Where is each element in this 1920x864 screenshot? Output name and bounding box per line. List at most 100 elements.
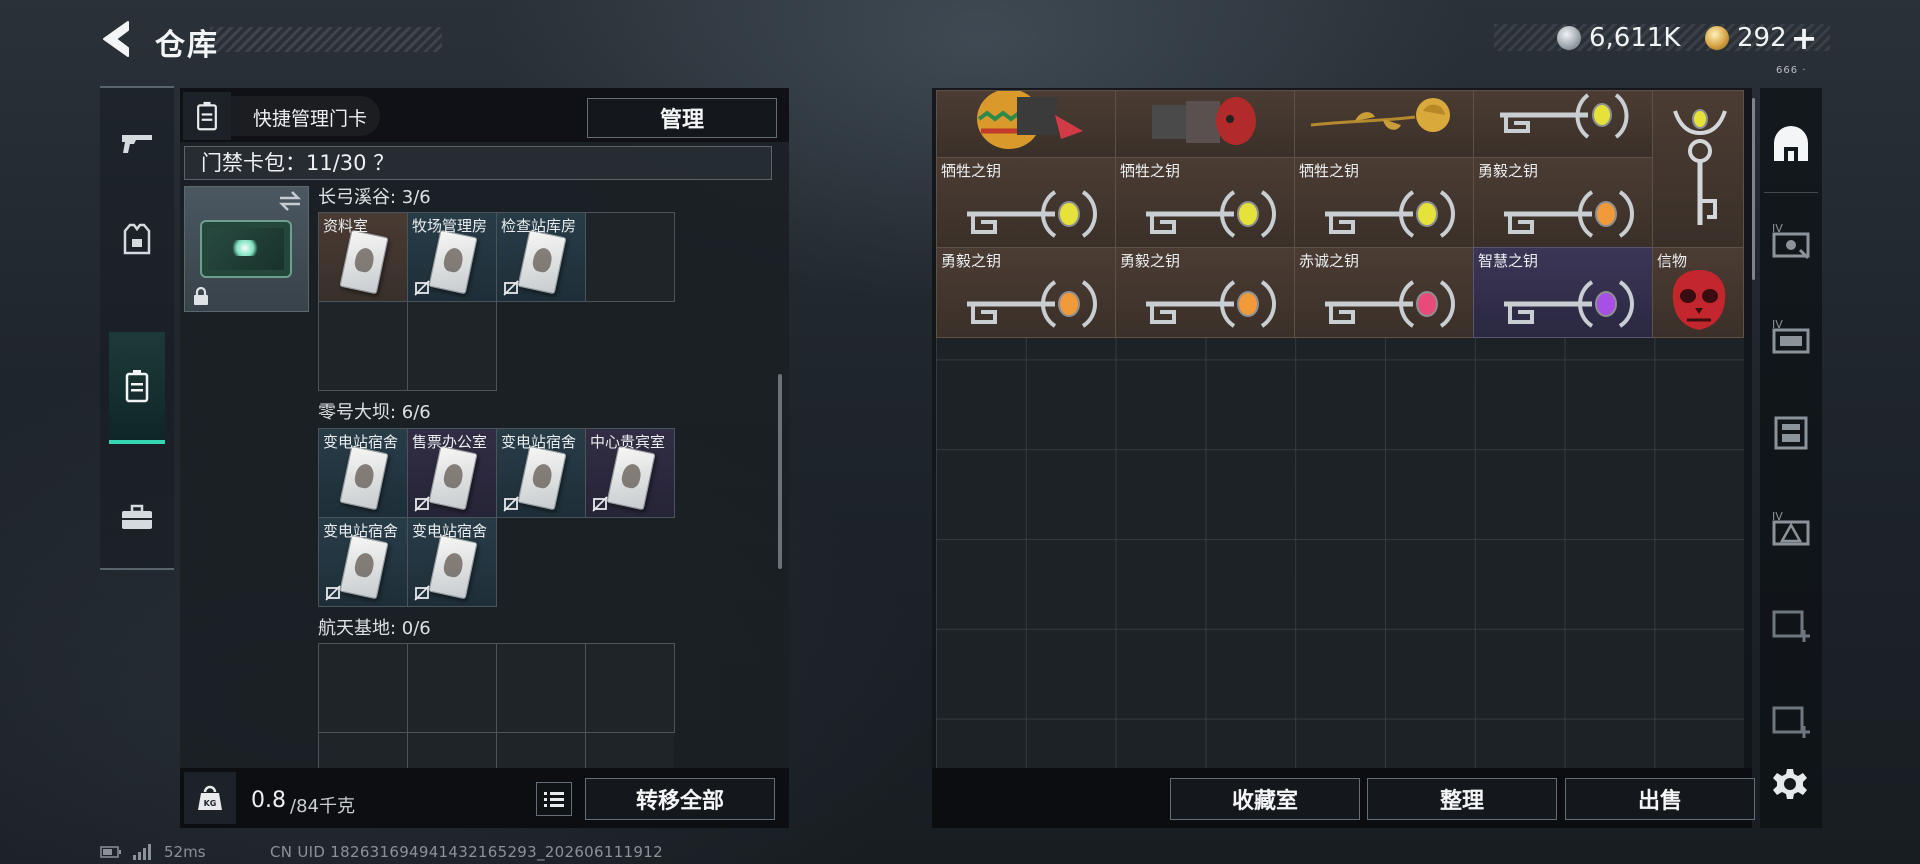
stash-item-key[interactable]: 勇毅之钥 <box>1473 157 1653 248</box>
stash-item-figure[interactable] <box>1115 90 1295 158</box>
ping-value: 52ms <box>164 843 206 861</box>
stash-item-key[interactable]: 勇毅之钥 <box>1115 247 1295 338</box>
keycard-label: 变电站宿舍 <box>412 522 488 540</box>
stash-item-key[interactable]: 牺牲之钥 <box>1294 157 1474 248</box>
transfer-all-button[interactable]: 转移全部 <box>585 778 775 820</box>
stash-tab-1[interactable]: IV <box>1760 192 1822 288</box>
title-stripe-decoration <box>210 27 442 52</box>
empty-keycard-slot[interactable] <box>585 732 674 768</box>
nav-keycards[interactable] <box>109 332 165 444</box>
region-title-longbow-valley: 长弓溪谷: 3/6 <box>318 187 431 208</box>
nav-supplies[interactable] <box>100 472 174 562</box>
keycard-slot[interactable]: 检查站库房 <box>496 212 586 302</box>
decorated-egg-image <box>977 91 1083 149</box>
settings-button[interactable] <box>1768 762 1812 806</box>
no-trade-icon <box>592 496 608 512</box>
keycard-case-image <box>200 220 292 278</box>
keycard-label: 变电站宿舍 <box>323 522 399 540</box>
stash-tab-all[interactable] <box>1760 96 1822 192</box>
keycard-slot[interactable]: 变电站宿舍 <box>496 428 586 518</box>
item-label: 智慧之钥 <box>1478 252 1539 270</box>
empty-keycard-slot[interactable] <box>585 212 675 302</box>
stash-tab-2[interactable]: IV <box>1760 288 1822 384</box>
list-view-button[interactable] <box>536 782 572 816</box>
stash-item-key[interactable]: 牺牲之钥 <box>1115 157 1295 248</box>
quick-manage-label: 快捷管理门卡 <box>253 108 368 130</box>
item-label: 勇毅之钥 <box>941 252 1002 270</box>
add-container-icon <box>1772 610 1810 642</box>
stash-item-token-mask[interactable]: 信物 <box>1652 247 1744 338</box>
keycard-image <box>517 229 567 295</box>
stash-item-key[interactable] <box>1473 90 1653 158</box>
empty-keycard-slot[interactable] <box>407 732 497 768</box>
swap-icon[interactable] <box>278 190 302 212</box>
gear-icon <box>1773 769 1807 799</box>
container-1-icon: IV <box>1772 222 1810 260</box>
keycard-image <box>428 229 478 295</box>
nav-weapons[interactable] <box>100 98 174 188</box>
stash-tab-add-2[interactable] <box>1760 672 1822 768</box>
container-2-icon: IV <box>1772 318 1810 354</box>
stash-item-golden-rose[interactable] <box>1294 90 1474 158</box>
red-skull-mask-image <box>1672 270 1726 330</box>
keycard-slot[interactable]: 变电站宿舍 <box>407 517 497 607</box>
key-yellow-image <box>1500 93 1629 139</box>
empty-keycard-slot[interactable] <box>496 732 586 768</box>
add-currency-icon[interactable]: + <box>1791 19 1818 57</box>
region-grid-space-base <box>318 643 675 733</box>
weight-max: /84千克 <box>290 796 355 817</box>
golden-rose-image <box>1310 98 1450 132</box>
stash-scrollbar[interactable] <box>1752 98 1755 280</box>
key-yellow-image <box>1146 190 1276 238</box>
collection-room-button[interactable]: 收藏室 <box>1170 778 1360 820</box>
empty-keycard-slot[interactable] <box>407 643 497 733</box>
stash-item-key[interactable]: 牺牲之钥 <box>936 157 1116 248</box>
page-title: 仓库 <box>155 28 219 63</box>
keycard-slot[interactable]: 变电站宿舍 <box>318 428 408 518</box>
stash-item-key[interactable]: 赤诚之钥 <box>1294 247 1474 338</box>
keycard-label: 变电站宿舍 <box>501 433 577 451</box>
empty-keycard-slot[interactable] <box>496 643 586 733</box>
no-trade-icon <box>414 585 430 601</box>
keycard-slot[interactable]: 中心贵宾室 <box>585 428 675 518</box>
top-marks: 666 · <box>1776 65 1807 76</box>
empty-keycard-slot[interactable] <box>318 643 408 733</box>
silver-coin-icon <box>1557 25 1581 50</box>
keycard-icon <box>125 370 149 403</box>
ornate-key-image <box>1673 109 1727 225</box>
item-label: 牺牲之钥 <box>941 162 1002 180</box>
keycard-image <box>517 445 567 511</box>
sort-button[interactable]: 整理 <box>1367 778 1557 820</box>
stash-tab-4[interactable]: IV <box>1760 480 1822 576</box>
stash-item-ornate-key[interactable] <box>1652 90 1744 248</box>
stash-tab-add-1[interactable] <box>1760 576 1822 672</box>
stash-item-key[interactable]: 勇毅之钥 <box>936 247 1116 338</box>
gold-currency[interactable]: 292 + <box>1705 19 1817 57</box>
manage-button[interactable]: 管理 <box>587 98 777 138</box>
empty-keycard-slot[interactable] <box>407 301 497 391</box>
no-trade-icon <box>503 496 519 512</box>
empty-keycard-slot[interactable] <box>318 732 408 768</box>
empty-keycard-slot[interactable] <box>585 643 675 733</box>
back-button[interactable] <box>96 18 136 60</box>
stash-tab-3[interactable] <box>1760 384 1822 480</box>
empty-keycard-slot[interactable] <box>318 301 408 391</box>
keycard-slot[interactable]: 资料室 <box>318 212 408 302</box>
keycard-capacity[interactable]: 门禁卡包：11/30 ？ <box>201 147 394 177</box>
stash-grid: 牺牲之钥 牺牲之钥 牺牲之钥 勇毅之钥 勇毅之钥 勇毅之钥 赤诚之钥 智慧之钥 … <box>936 90 1744 768</box>
item-label: 牺牲之钥 <box>1299 162 1360 180</box>
stash-item-easter-egg[interactable] <box>936 90 1116 158</box>
keycard-slot[interactable]: 售票办公室 <box>407 428 497 518</box>
key-purple-image <box>1504 280 1634 328</box>
sell-button[interactable]: 出售 <box>1565 778 1755 820</box>
gold-currency-amount: 292 <box>1737 22 1787 53</box>
nav-armor[interactable] <box>100 194 174 284</box>
keycard-scrollbar[interactable] <box>778 374 782 569</box>
uid-text: CN UID 1826316949414321652​93_2026061119… <box>270 843 663 861</box>
keycard-slot[interactable]: 牧场管理房 <box>407 212 497 302</box>
gold-coin-icon <box>1705 25 1729 50</box>
silver-currency-amount: 6,611K <box>1589 22 1681 53</box>
region-grid-zero-dam: 变电站宿舍 售票办公室 变电站宿舍 中心贵宾室 <box>318 428 675 518</box>
stash-item-key[interactable]: 智慧之钥 <box>1473 247 1653 338</box>
keycard-slot[interactable]: 变电站宿舍 <box>318 517 408 607</box>
